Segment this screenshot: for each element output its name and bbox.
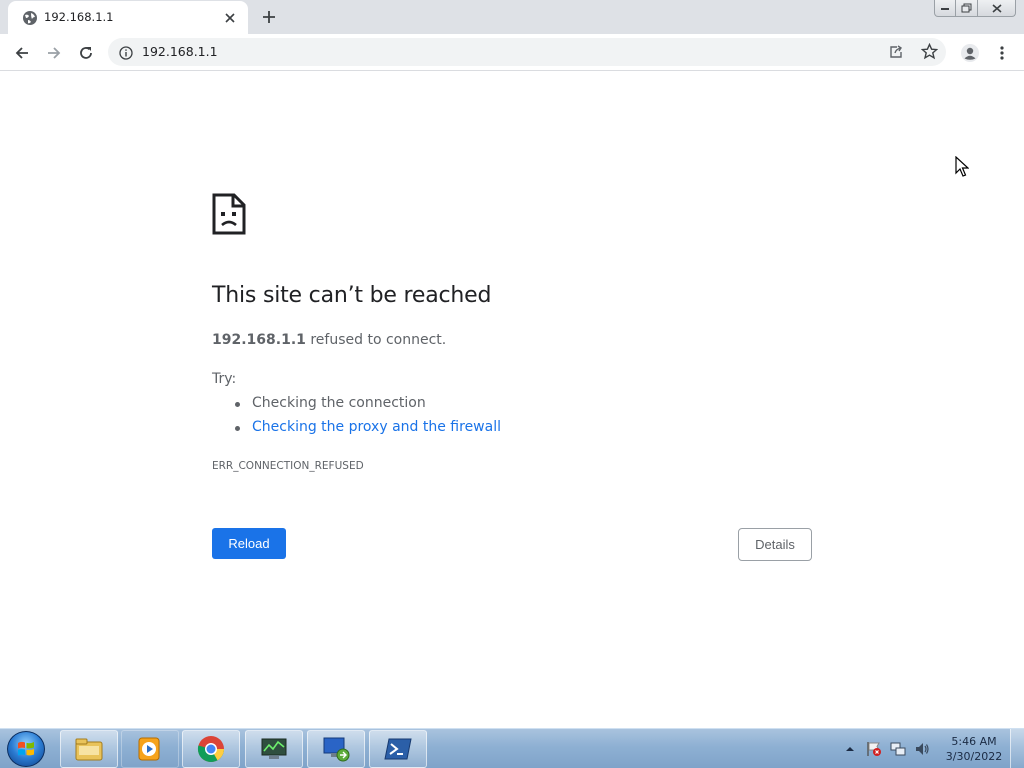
tab-active[interactable]: 192.168.1.1	[8, 1, 248, 34]
tab-title: 192.168.1.1	[44, 10, 114, 24]
info-icon[interactable]	[119, 45, 133, 60]
reload-button[interactable]: Reload	[212, 528, 286, 559]
kebab-menu-icon[interactable]	[989, 40, 1015, 66]
clock-date: 3/30/2022	[945, 750, 1003, 763]
summary-suffix: refused to connect.	[305, 332, 447, 348]
minimize-icon[interactable]	[934, 0, 956, 17]
close-icon[interactable]	[222, 10, 238, 26]
back-arrow-icon[interactable]	[9, 40, 35, 66]
clock-time: 5:46 AM	[951, 735, 997, 748]
remote-desktop-icon[interactable]	[307, 730, 365, 768]
network-icon[interactable]	[890, 741, 906, 757]
media-player-icon[interactable]	[121, 730, 179, 768]
chrome-icon[interactable]	[182, 730, 240, 768]
suggestion-list: Checking the connection Checking the pro…	[232, 395, 501, 443]
maximize-icon[interactable]	[956, 0, 978, 17]
close-icon[interactable]	[978, 0, 1016, 17]
tab-strip: 192.168.1.1	[0, 0, 1024, 34]
sad-page-icon	[212, 193, 246, 235]
forward-arrow-icon[interactable]	[41, 40, 67, 66]
details-button[interactable]: Details	[738, 528, 812, 561]
url-text[interactable]: 192.168.1.1	[142, 44, 218, 59]
star-icon[interactable]	[920, 42, 939, 60]
file-explorer-icon[interactable]	[60, 730, 118, 768]
suggestion-check-proxy-link[interactable]: Checking the proxy and the firewall	[232, 419, 501, 443]
taskbar-clock[interactable]: 5:46 AM 3/30/2022	[940, 734, 1008, 764]
error-headline: This site can’t be reached	[212, 283, 492, 308]
windows-taskbar: 5:46 AM 3/30/2022	[0, 728, 1024, 768]
error-code: ERR_CONNECTION_REFUSED	[212, 460, 364, 472]
powershell-icon[interactable]	[369, 730, 427, 768]
host-name: 192.168.1.1	[212, 332, 306, 348]
show-hidden-icons-icon[interactable]	[842, 741, 858, 757]
task-manager-icon[interactable]	[245, 730, 303, 768]
globe-icon	[22, 10, 38, 26]
error-summary: 192.168.1.1 refused to connect.	[212, 332, 446, 348]
share-icon[interactable]	[888, 44, 904, 60]
volume-icon[interactable]	[914, 741, 930, 757]
mouse-cursor-icon	[955, 155, 970, 178]
plus-icon[interactable]	[260, 8, 278, 26]
suggestion-check-connection: Checking the connection	[232, 395, 501, 419]
reload-icon[interactable]	[73, 40, 99, 66]
try-label: Try:	[212, 371, 237, 387]
address-bar[interactable]: 192.168.1.1	[108, 38, 946, 66]
action-center-flag-icon[interactable]	[866, 741, 882, 757]
window-controls	[934, 0, 1016, 18]
show-desktop-button[interactable]	[1010, 729, 1024, 768]
profile-icon[interactable]	[957, 40, 983, 66]
browser-toolbar: 192.168.1.1	[0, 34, 1024, 71]
windows-start-icon[interactable]	[7, 731, 45, 767]
